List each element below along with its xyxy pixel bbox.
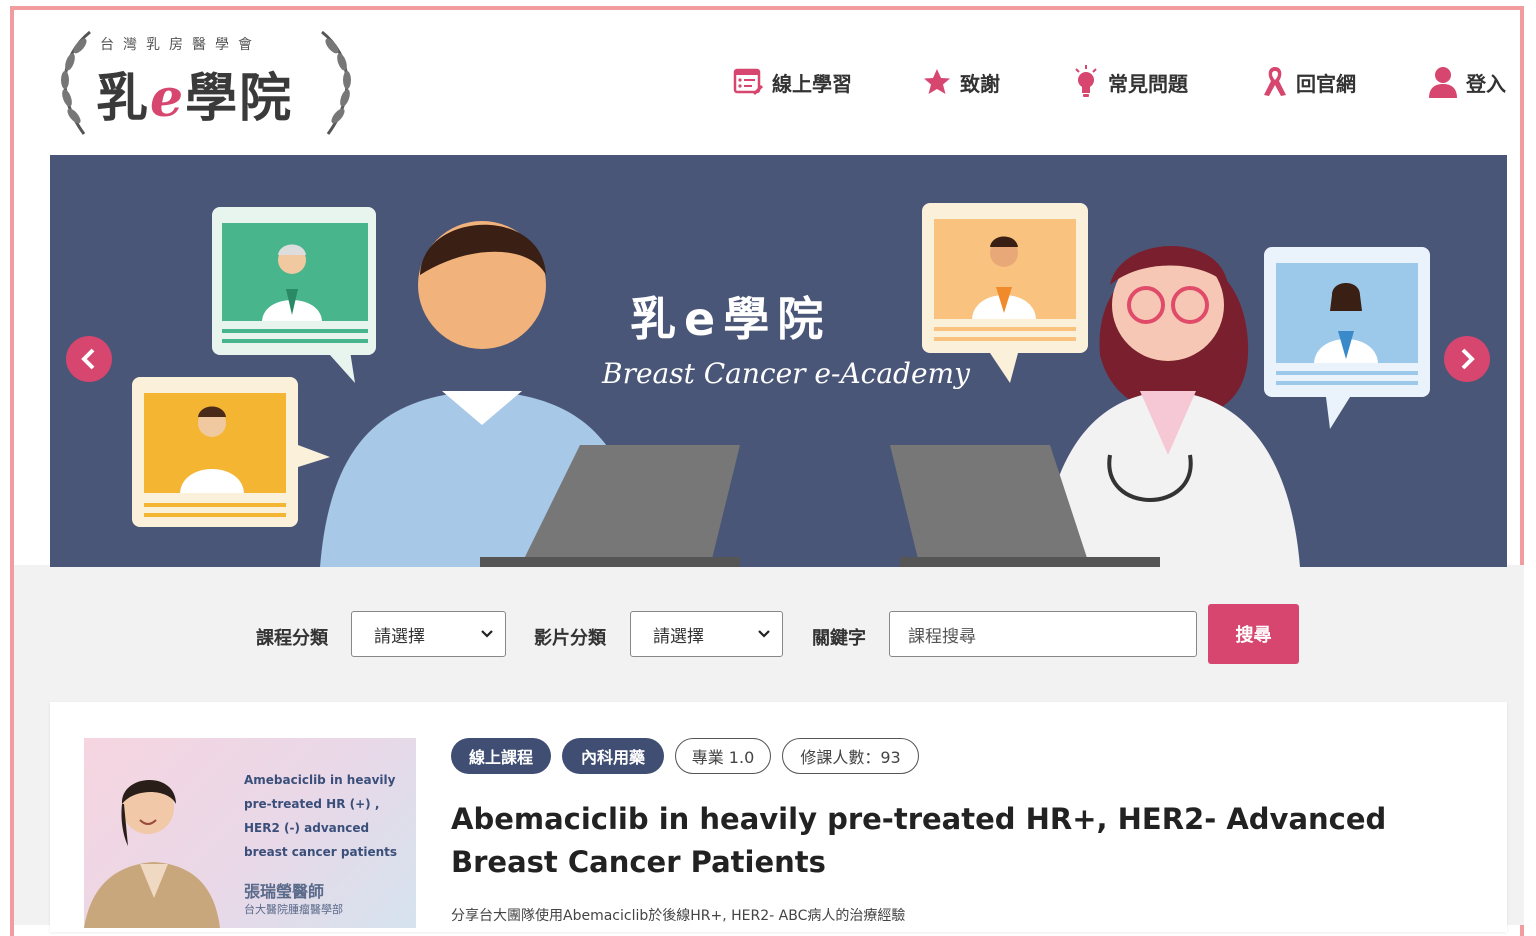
nav-label: 致謝 — [960, 71, 1000, 96]
thumbnail-text: Amebaciclib in heavily pre-treated HR (+… — [244, 773, 397, 859]
course-category-select[interactable]: 請選擇 — [351, 611, 506, 657]
laurel-left-icon — [61, 30, 91, 135]
chevron-right-icon — [1461, 348, 1475, 370]
keyword-placeholder: 課程搜尋 — [908, 626, 976, 647]
video-category-value: 請選擇 — [653, 626, 704, 647]
carousel-next-button[interactable] — [1444, 336, 1490, 382]
course-category-label: 課程分類 — [256, 628, 328, 649]
carousel-prev-button[interactable] — [66, 336, 112, 382]
nav-faq[interactable]: 常見問題 — [1072, 62, 1188, 102]
course-title[interactable]: Abemaciclib in heavily pre-treated HR+, … — [451, 798, 1451, 884]
doctor-portrait — [84, 779, 220, 928]
logo-society-name: 台灣乳房醫學會 — [100, 37, 261, 53]
nav-label: 回官網 — [1296, 71, 1356, 96]
ribbon-icon — [1264, 67, 1286, 96]
keyword-label: 關鍵字 — [812, 628, 866, 649]
star-icon — [924, 69, 950, 94]
nav-login[interactable]: 登入 — [1428, 62, 1506, 102]
logo-title-part1: 乳 — [96, 68, 151, 129]
search-button[interactable]: 搜尋 — [1208, 604, 1299, 664]
nav-thanks[interactable]: 致謝 — [922, 62, 1000, 102]
video-category-label: 影片分類 — [534, 628, 606, 649]
thumbnail-doctor: 張瑞瑩醫師 — [244, 882, 325, 901]
tag-enrollment: 修課人數：93 — [782, 738, 919, 774]
tag-credits: 專業 1.0 — [675, 738, 771, 774]
logo-title: 乳e學院 — [96, 56, 293, 131]
thumbnail-dept: 台大醫院腫瘤醫學部 — [244, 903, 343, 916]
tag-medication: 內科用藥 — [562, 738, 664, 774]
nav-label: 常見問題 — [1108, 71, 1188, 96]
video-category-select[interactable]: 請選擇 — [630, 611, 783, 657]
chevron-down-icon — [758, 630, 770, 638]
banner-title: 乳e學院 — [630, 292, 832, 346]
nav-official-site[interactable]: 回官網 — [1262, 62, 1356, 102]
logo-title-e: e — [150, 68, 186, 129]
course-icon — [733, 68, 764, 96]
chevron-left-icon — [81, 348, 95, 370]
course-thumbnail[interactable]: Amebaciclib in heavily pre-treated HR (+… — [84, 738, 416, 928]
course-category-value: 請選擇 — [374, 626, 425, 647]
tag-online-course: 線上課程 — [451, 738, 551, 774]
banner-subtitle: Breast Cancer e-Academy — [602, 357, 970, 390]
user-icon — [1429, 67, 1457, 98]
keyword-search-input[interactable]: 課程搜尋 — [889, 611, 1197, 657]
hero-banner: 乳e學院 Breast Cancer e-Academy — [50, 155, 1507, 567]
nav-online-learning[interactable]: 線上學習 — [732, 62, 852, 102]
chevron-down-icon — [481, 630, 493, 638]
nav-label: 登入 — [1466, 71, 1506, 96]
course-description: 分享台大團隊使用Abemaciclib於後線HR+, HER2- ABC病人的治… — [451, 908, 906, 924]
nav-label: 線上學習 — [772, 71, 852, 96]
logo-title-part2: 學院 — [185, 68, 294, 129]
lightbulb-icon — [1075, 65, 1097, 97]
